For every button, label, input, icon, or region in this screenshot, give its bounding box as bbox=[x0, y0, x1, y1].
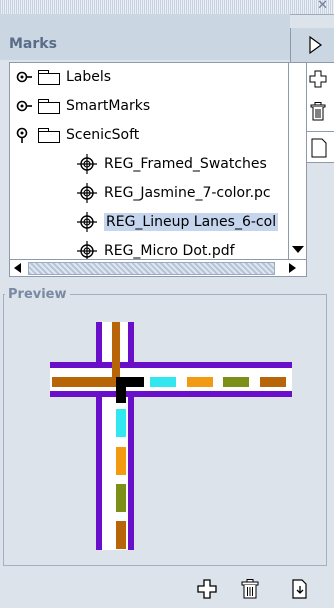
horizontal-scroll-thumb[interactable] bbox=[28, 262, 275, 275]
folder-icon bbox=[38, 99, 60, 114]
tree-folder-row[interactable]: ScenicSoft bbox=[16, 123, 139, 147]
preview-image bbox=[50, 322, 292, 550]
preview-frame bbox=[3, 294, 327, 566]
tree-mark-row[interactable]: REG_Framed_Swatches bbox=[76, 152, 267, 176]
add-mark-icon[interactable] bbox=[196, 578, 218, 600]
tree-folder-row[interactable]: Labels bbox=[16, 65, 111, 89]
tree-folder-row[interactable]: SmartMarks bbox=[16, 94, 150, 118]
tree-item-label: REG_Micro Dot.pdf bbox=[104, 243, 235, 259]
tree-item-label: REG_Lineup Lanes_6-col bbox=[104, 213, 279, 231]
scroll-left-arrow-icon[interactable] bbox=[14, 263, 21, 273]
tree-mark-row[interactable]: REG_Micro Dot.pdf bbox=[76, 239, 235, 259]
registration-mark-icon bbox=[77, 154, 97, 174]
marks-tree[interactable]: Labels SmartMarks ScenicSoft REG_Framed_Swa… bbox=[9, 62, 307, 260]
document-icon[interactable] bbox=[311, 138, 327, 158]
registration-mark-icon bbox=[77, 241, 97, 259]
expand-closed-icon[interactable] bbox=[16, 98, 32, 114]
horizontal-scrollbar[interactable] bbox=[9, 259, 307, 277]
bottom-toolbar bbox=[0, 566, 334, 608]
panel-title: Marks bbox=[9, 36, 57, 52]
tree-item-label: ScenicSoft bbox=[66, 127, 140, 143]
scroll-right-arrow-icon[interactable] bbox=[289, 263, 296, 273]
scroll-down-arrow-icon[interactable] bbox=[292, 246, 304, 253]
import-icon[interactable] bbox=[289, 578, 311, 600]
folder-icon bbox=[38, 128, 60, 143]
tree-mark-row[interactable]: REG_Lineup Lanes_6-col bbox=[76, 210, 279, 234]
expand-open-icon[interactable] bbox=[16, 127, 32, 143]
close-icon[interactable]: ✕ bbox=[317, 0, 328, 14]
vertical-scrollbar[interactable] bbox=[288, 63, 306, 259]
tree-item-label: SmartMarks bbox=[66, 98, 151, 114]
add-icon[interactable] bbox=[309, 70, 327, 88]
preview-title: Preview bbox=[5, 287, 70, 302]
tree-item-label: Labels bbox=[66, 69, 112, 85]
marks-header: Marks bbox=[0, 14, 290, 60]
trash-icon[interactable] bbox=[239, 578, 261, 600]
registration-mark-icon bbox=[77, 212, 97, 232]
tree-item-label: REG_Jasmine_7-color.pc bbox=[104, 185, 271, 201]
trash-icon[interactable] bbox=[309, 102, 327, 122]
expand-closed-icon[interactable] bbox=[16, 69, 32, 85]
panel-drag-bar[interactable]: ✕ bbox=[0, 0, 334, 15]
folder-icon bbox=[38, 70, 60, 85]
registration-mark-icon bbox=[77, 183, 97, 203]
tree-mark-row[interactable]: REG_Jasmine_7-color.pc bbox=[76, 181, 271, 205]
tree-item-label: REG_Framed_Swatches bbox=[104, 156, 267, 172]
menu-toggle-button[interactable] bbox=[291, 28, 334, 63]
play-icon bbox=[309, 35, 323, 55]
